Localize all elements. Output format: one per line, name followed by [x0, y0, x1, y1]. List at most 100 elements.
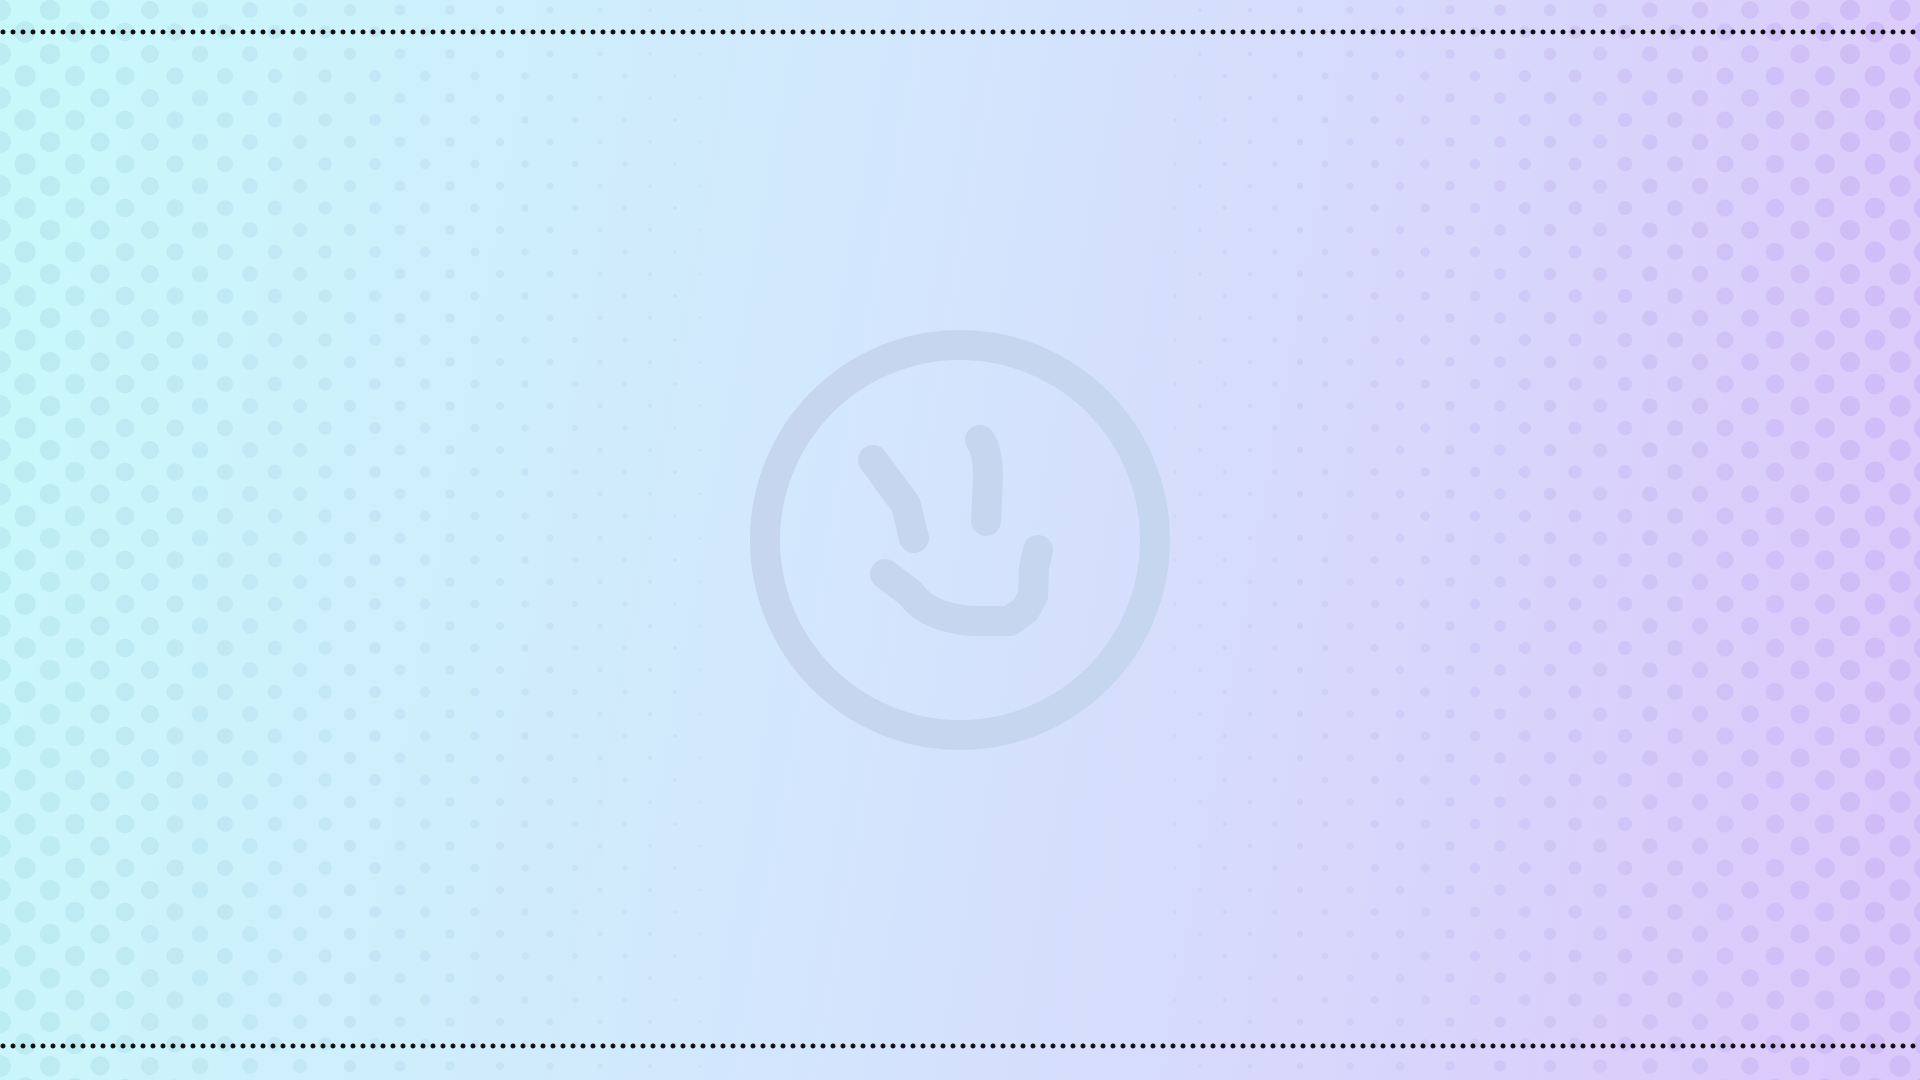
halftone-dot	[1469, 906, 1481, 918]
halftone-dot	[1321, 908, 1329, 916]
halftone-dot	[1593, 751, 1607, 765]
halftone-dot	[90, 704, 110, 724]
halftone-dot	[419, 774, 431, 786]
halftone-dot	[1296, 622, 1304, 630]
halftone-dot	[191, 221, 209, 239]
halftone-dot	[546, 842, 554, 850]
halftone-dot	[1370, 379, 1380, 389]
halftone-dot	[369, 334, 381, 346]
halftone-dot	[394, 840, 406, 852]
halftone-dot	[115, 770, 135, 790]
halftone-dot	[1370, 159, 1380, 169]
halftone-dot	[1494, 136, 1506, 148]
halftone-dot	[521, 776, 529, 784]
halftone-dot	[546, 886, 554, 894]
halftone-dot	[1247, 271, 1253, 277]
halftone-dot	[1420, 159, 1430, 169]
halftone-dot	[14, 109, 36, 131]
halftone-dot	[1296, 578, 1304, 586]
halftone-dot	[1543, 311, 1557, 325]
halftone-dot	[1198, 96, 1202, 100]
halftone-dot	[1543, 47, 1557, 61]
halftone-dot	[1593, 443, 1607, 457]
halftone-dot	[1272, 997, 1278, 1003]
halftone-dot	[1593, 839, 1607, 853]
halftone-dot	[166, 375, 184, 393]
halftone-dot	[242, 706, 258, 722]
halftone-dot	[242, 618, 258, 634]
halftone-dot	[1667, 948, 1683, 964]
halftone-dot	[1691, 89, 1709, 107]
halftone-dot	[1815, 858, 1835, 878]
halftone-dot	[1790, 836, 1810, 856]
halftone-dot	[1494, 4, 1506, 16]
halftone-dot	[1839, 1011, 1861, 1033]
halftone-dot	[647, 7, 653, 13]
halftone-dot	[1691, 221, 1709, 239]
halftone-dot	[1445, 621, 1455, 631]
halftone-dot	[647, 227, 653, 233]
halftone-dot	[318, 597, 332, 611]
halftone-dot	[1445, 357, 1455, 367]
halftone-dot	[1765, 462, 1785, 482]
halftone-dot	[1346, 1018, 1354, 1026]
halftone-dot	[1346, 446, 1354, 454]
halftone-dot	[217, 772, 233, 788]
halftone-dot	[115, 858, 135, 878]
halftone-dot	[343, 751, 357, 765]
halftone-dot	[1222, 161, 1228, 167]
halftone-dot	[1222, 73, 1228, 79]
halftone-dot	[1716, 595, 1734, 613]
halftone-dot	[673, 514, 677, 518]
halftone-dot	[1889, 1055, 1911, 1077]
halftone-dot	[1568, 377, 1582, 391]
halftone-dot	[1469, 158, 1481, 170]
halftone-dot	[419, 290, 431, 302]
halftone-dot	[1642, 398, 1658, 414]
halftone-dot	[1839, 43, 1861, 65]
halftone-dot	[14, 241, 36, 263]
halftone-dot	[293, 575, 307, 589]
halftone-dot	[1296, 270, 1304, 278]
halftone-dot	[1839, 307, 1861, 329]
halftone-dot	[521, 688, 529, 696]
halftone-dot	[647, 931, 653, 937]
halftone-dot	[1815, 594, 1835, 614]
halftone-dot	[191, 397, 209, 415]
halftone-dot	[1667, 200, 1683, 216]
halftone-dot	[394, 928, 406, 940]
halftone-dot	[1642, 442, 1658, 458]
halftone-dot	[166, 463, 184, 481]
halftone-dot	[394, 532, 406, 544]
halftone-dot	[1445, 93, 1455, 103]
halftone-dot	[14, 153, 36, 175]
halftone-dot	[470, 71, 480, 81]
halftone-dot	[166, 639, 184, 657]
halftone-dot	[419, 378, 431, 390]
halftone-dot	[1222, 645, 1228, 651]
halftone-dot	[318, 641, 332, 655]
halftone-dot	[1272, 689, 1278, 695]
halftone-dot	[191, 925, 209, 943]
halftone-dot	[1469, 686, 1481, 698]
halftone-dot	[115, 66, 135, 86]
halftone-dot	[1741, 177, 1759, 195]
halftone-dot	[90, 0, 110, 20]
halftone-dot	[1617, 420, 1633, 436]
halftone-dot	[90, 132, 110, 152]
halftone-dot	[546, 446, 554, 454]
halftone-dot	[267, 156, 283, 172]
halftone-dot	[419, 246, 431, 258]
halftone-dot	[1667, 376, 1683, 392]
halftone-dot	[470, 731, 480, 741]
halftone-dot	[1198, 52, 1202, 56]
halftone-dot	[1222, 777, 1228, 783]
halftone-dot	[571, 556, 579, 564]
halftone-dot	[14, 637, 36, 659]
halftone-dot	[90, 572, 110, 592]
halftone-dot	[445, 225, 455, 235]
halftone-dot	[1395, 225, 1405, 235]
halftone-dot	[1198, 800, 1202, 804]
halftone-dot	[546, 578, 554, 586]
halftone-dot	[1593, 487, 1607, 501]
